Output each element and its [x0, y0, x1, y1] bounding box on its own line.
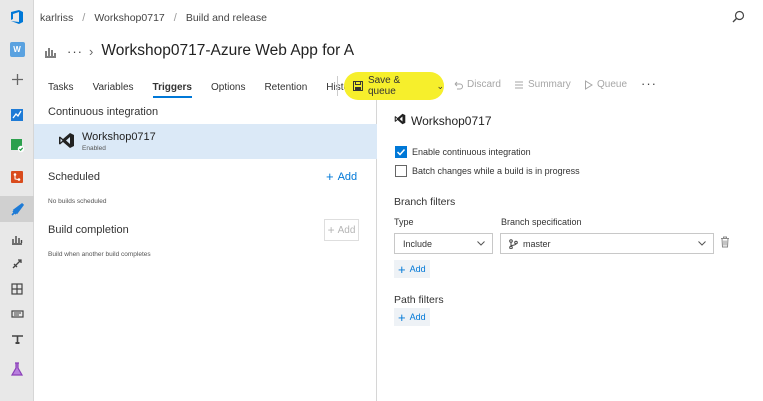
- queue-button[interactable]: Queue: [584, 79, 627, 90]
- delete-icon[interactable]: [720, 236, 730, 248]
- tab-retention[interactable]: Retention: [264, 78, 307, 97]
- search-icon[interactable]: [732, 10, 745, 23]
- tab-bar: Tasks Variables Triggers Options Retenti…: [48, 75, 376, 99]
- add-build-completion-label: Add: [337, 224, 356, 236]
- branch-spec-value: master: [523, 238, 551, 249]
- azure-devops-logo-icon[interactable]: [9, 9, 25, 25]
- add-branch-filter-button[interactable]: + Add: [394, 260, 430, 278]
- workspace-button[interactable]: W: [0, 36, 34, 62]
- deployment-groups-icon[interactable]: [0, 326, 34, 352]
- batch-changes-label: Batch changes while a build is in progre…: [412, 166, 580, 176]
- branch-icon: [509, 238, 518, 249]
- toolbar-divider: [337, 76, 338, 96]
- tab-variables[interactable]: Variables: [93, 78, 134, 97]
- add-path-filter-label: Add: [409, 312, 426, 322]
- add-schedule-label: Add: [337, 170, 358, 183]
- details-title: Workshop0717: [411, 114, 492, 128]
- chevron-down-icon: [698, 241, 706, 246]
- top-bar: karlriss / Workshop0717 / Build and rele…: [34, 0, 763, 36]
- plus-icon: +: [398, 309, 406, 325]
- scheduled-section-title: Scheduled: [48, 171, 100, 183]
- releases-icon[interactable]: [0, 251, 34, 277]
- ci-trigger-item[interactable]: Workshop0717 Enabled: [34, 124, 377, 159]
- type-select-value: Include: [403, 238, 433, 249]
- enable-ci-checkbox[interactable]: [395, 146, 407, 158]
- plus-icon: +: [327, 223, 335, 237]
- title-row: ··· › Workshop0717-Azure Web App for A: [44, 38, 354, 64]
- queue-label: Queue: [597, 79, 628, 90]
- type-select[interactable]: Include: [394, 233, 493, 254]
- ci-section-title: Continuous integration: [48, 106, 159, 118]
- builds-icon[interactable]: [0, 226, 34, 252]
- path-filters-title: Path filters: [394, 294, 444, 306]
- ci-item-status: Enabled: [82, 145, 106, 152]
- discard-button[interactable]: Discard: [453, 79, 501, 90]
- task-groups-icon[interactable]: [0, 301, 34, 327]
- dashboards-icon[interactable]: [0, 102, 34, 128]
- build-completion-note: Build when another build completes: [48, 251, 151, 258]
- add-branch-filter-label: Add: [409, 264, 426, 274]
- add-build-completion-button[interactable]: + Add: [324, 219, 359, 241]
- list-icon: [515, 81, 523, 88]
- enable-ci-label: Enable continuous integration: [412, 147, 531, 157]
- add-icon[interactable]: [0, 66, 34, 92]
- build-pipeline-icon: [45, 47, 56, 58]
- scheduled-note: No builds scheduled: [48, 198, 107, 205]
- pipelines-icon[interactable]: [0, 196, 34, 222]
- more-breadcrumb-icon[interactable]: ···: [67, 44, 83, 59]
- breadcrumb-separator: /: [173, 12, 177, 24]
- breadcrumb-area[interactable]: Build and release: [186, 12, 267, 24]
- workspace-badge: W: [9, 41, 25, 57]
- breadcrumb-separator: /: [82, 12, 86, 24]
- save-and-queue-button[interactable]: Save & queue ⌄: [344, 72, 444, 100]
- branch-spec-label: Branch specification: [501, 217, 582, 227]
- page-title: Workshop0717-Azure Web App for A: [101, 42, 355, 59]
- checkmark-icon: [396, 148, 406, 156]
- test-plans-icon[interactable]: [0, 356, 34, 382]
- plus-icon: +: [326, 169, 334, 184]
- left-nav-rail: W: [0, 0, 34, 401]
- breadcrumb-org[interactable]: karlriss: [40, 12, 73, 24]
- tab-tasks[interactable]: Tasks: [48, 78, 74, 97]
- build-completion-section-title: Build completion: [48, 224, 129, 236]
- visual-studio-icon: [394, 113, 406, 125]
- save-icon: [353, 81, 363, 91]
- summary-label: Summary: [528, 79, 571, 90]
- play-icon: [585, 79, 593, 90]
- tab-triggers[interactable]: Triggers: [152, 78, 193, 98]
- branch-spec-select[interactable]: master: [500, 233, 714, 254]
- save-and-queue-label: Save & queue: [367, 75, 401, 97]
- ci-item-name: Workshop0717: [82, 131, 156, 143]
- more-actions-icon[interactable]: ···: [641, 76, 657, 91]
- batch-changes-checkbox[interactable]: [395, 165, 407, 177]
- chevron-right-icon: ›: [89, 43, 94, 59]
- chevron-down-icon: [477, 241, 485, 246]
- triggers-list-pane: Continuous integration Workshop0717 Enab…: [34, 100, 377, 401]
- repos-icon[interactable]: [0, 164, 34, 190]
- branch-filters-title: Branch filters: [394, 196, 456, 208]
- summary-button[interactable]: Summary: [514, 79, 571, 90]
- chevron-down-icon[interactable]: ⌄: [436, 81, 444, 92]
- boards-icon[interactable]: [0, 132, 34, 158]
- undo-icon: [454, 81, 463, 89]
- breadcrumb-project[interactable]: Workshop0717: [94, 12, 164, 24]
- add-path-filter-button[interactable]: + Add: [394, 308, 430, 326]
- discard-label: Discard: [467, 79, 501, 90]
- visual-studio-icon: [59, 133, 74, 148]
- library-icon[interactable]: [0, 276, 34, 302]
- add-schedule-button[interactable]: + Add: [326, 169, 357, 184]
- plus-icon: +: [398, 261, 406, 277]
- type-label: Type: [394, 217, 414, 227]
- trigger-details-pane: Workshop0717 Enable continuous integrati…: [378, 100, 763, 401]
- tab-options[interactable]: Options: [211, 78, 245, 97]
